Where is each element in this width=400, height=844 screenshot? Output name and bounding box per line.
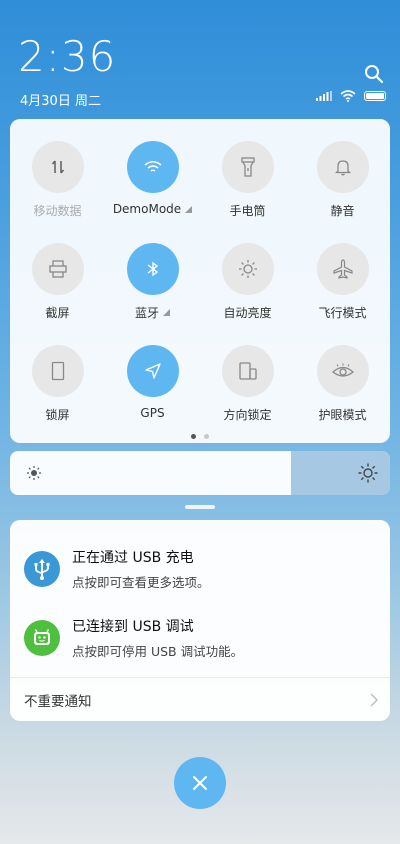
toggle-label: 锁屏 bbox=[45, 408, 70, 422]
screenshot-icon bbox=[48, 260, 67, 278]
toggle-mobile-data[interactable]: 移动数据 bbox=[10, 141, 105, 219]
toggle-auto-brightness[interactable]: 自动亮度 bbox=[200, 243, 295, 321]
brightness-low-icon bbox=[27, 466, 41, 480]
notification-subtitle: 点按即可查看更多选项。 bbox=[72, 575, 210, 590]
usb-icon bbox=[34, 559, 50, 580]
toggle-label: DemoMode bbox=[112, 202, 182, 216]
quick-settings-panel: 移动数据 DemoMode 手电筒 静音 截屏 蓝牙 自动亮度 飞行模式 锁屏 … bbox=[10, 119, 390, 443]
signal-icon bbox=[316, 91, 332, 101]
toggle-label: 方向锁定 bbox=[223, 408, 272, 422]
flashlight-icon bbox=[240, 157, 255, 177]
search-icon bbox=[365, 65, 384, 84]
bluetooth-icon bbox=[147, 261, 158, 277]
quick-toggle-grid: 移动数据 DemoMode 手电筒 静音 截屏 蓝牙 自动亮度 飞行模式 锁屏 … bbox=[10, 141, 390, 423]
drag-handle[interactable] bbox=[185, 505, 215, 509]
toggle-flashlight[interactable]: 手电筒 bbox=[200, 141, 295, 219]
status-icons bbox=[316, 90, 386, 102]
toggle-label: 截屏 bbox=[45, 306, 70, 320]
expand-arrow-icon bbox=[185, 205, 193, 213]
toggle-bluetooth[interactable]: 蓝牙 bbox=[105, 243, 200, 321]
toggle-label: 移动数据 bbox=[33, 204, 82, 218]
expand-arrow-icon bbox=[163, 309, 170, 316]
brightness-high-icon bbox=[358, 463, 378, 483]
chevron-right-icon bbox=[370, 693, 378, 707]
toggle-label: 手电筒 bbox=[229, 204, 266, 218]
location-icon bbox=[144, 363, 161, 379]
clock: 2:36 bbox=[18, 32, 117, 81]
toggle-label: 护眼模式 bbox=[318, 408, 367, 422]
notification-usb-charging[interactable]: 正在通过 USB 充电 点按即可查看更多选项。 bbox=[24, 547, 376, 591]
toggle-lock-screen[interactable]: 锁屏 bbox=[10, 345, 105, 423]
close-icon bbox=[193, 776, 207, 790]
toggle-wifi[interactable]: DemoMode bbox=[105, 141, 200, 219]
toggle-label: 自动亮度 bbox=[223, 306, 272, 320]
wifi-icon bbox=[144, 161, 161, 172]
toggle-label: 飞行模式 bbox=[318, 306, 367, 320]
divider bbox=[10, 677, 390, 678]
toggle-silent[interactable]: 静音 bbox=[295, 141, 390, 219]
rotation-lock-icon bbox=[238, 362, 257, 380]
mobile-data-icon bbox=[51, 160, 64, 174]
auto-brightness-icon bbox=[238, 260, 257, 278]
toggle-rotation-lock[interactable]: 方向锁定 bbox=[200, 345, 295, 423]
toggle-eye-protection[interactable]: 护眼模式 bbox=[295, 345, 390, 423]
android-icon bbox=[34, 629, 50, 645]
toggle-label: 静音 bbox=[330, 204, 355, 218]
unimportant-notifications-label: 不重要通知 bbox=[24, 694, 92, 710]
page-indicator bbox=[10, 434, 390, 439]
eye-icon bbox=[331, 363, 354, 377]
notification-subtitle: 点按即可停用 USB 调试功能。 bbox=[72, 644, 244, 659]
notification-usb-debugging[interactable]: 已连接到 USB 调试 点按即可停用 USB 调试功能。 bbox=[24, 616, 376, 660]
notification-title: 正在通过 USB 充电 bbox=[72, 550, 194, 566]
toggle-gps[interactable]: GPS bbox=[105, 345, 200, 423]
toggle-label: GPS bbox=[140, 406, 165, 420]
airplane-icon bbox=[332, 259, 353, 279]
toggle-airplane[interactable]: 飞行模式 bbox=[295, 243, 390, 321]
notification-card: 正在通过 USB 充电 点按即可查看更多选项。 已连接到 USB 调试 点按即可… bbox=[10, 520, 390, 721]
wifi-icon bbox=[340, 90, 356, 102]
clear-all-button[interactable] bbox=[174, 757, 226, 809]
lock-screen-icon bbox=[51, 361, 64, 381]
toggle-screenshot[interactable]: 截屏 bbox=[10, 243, 105, 321]
notification-title: 已连接到 USB 调试 bbox=[72, 619, 194, 635]
page-dot-active[interactable] bbox=[191, 434, 196, 439]
bell-icon bbox=[334, 160, 351, 176]
toggle-label: 蓝牙 bbox=[134, 306, 159, 320]
page-dot[interactable] bbox=[204, 434, 209, 439]
brightness-slider[interactable] bbox=[10, 451, 390, 495]
battery-icon bbox=[364, 91, 386, 101]
unimportant-notifications-row[interactable]: 不重要通知 bbox=[24, 690, 378, 710]
date-label: 4月30日 周二 bbox=[20, 94, 101, 109]
search-button[interactable] bbox=[364, 64, 384, 84]
